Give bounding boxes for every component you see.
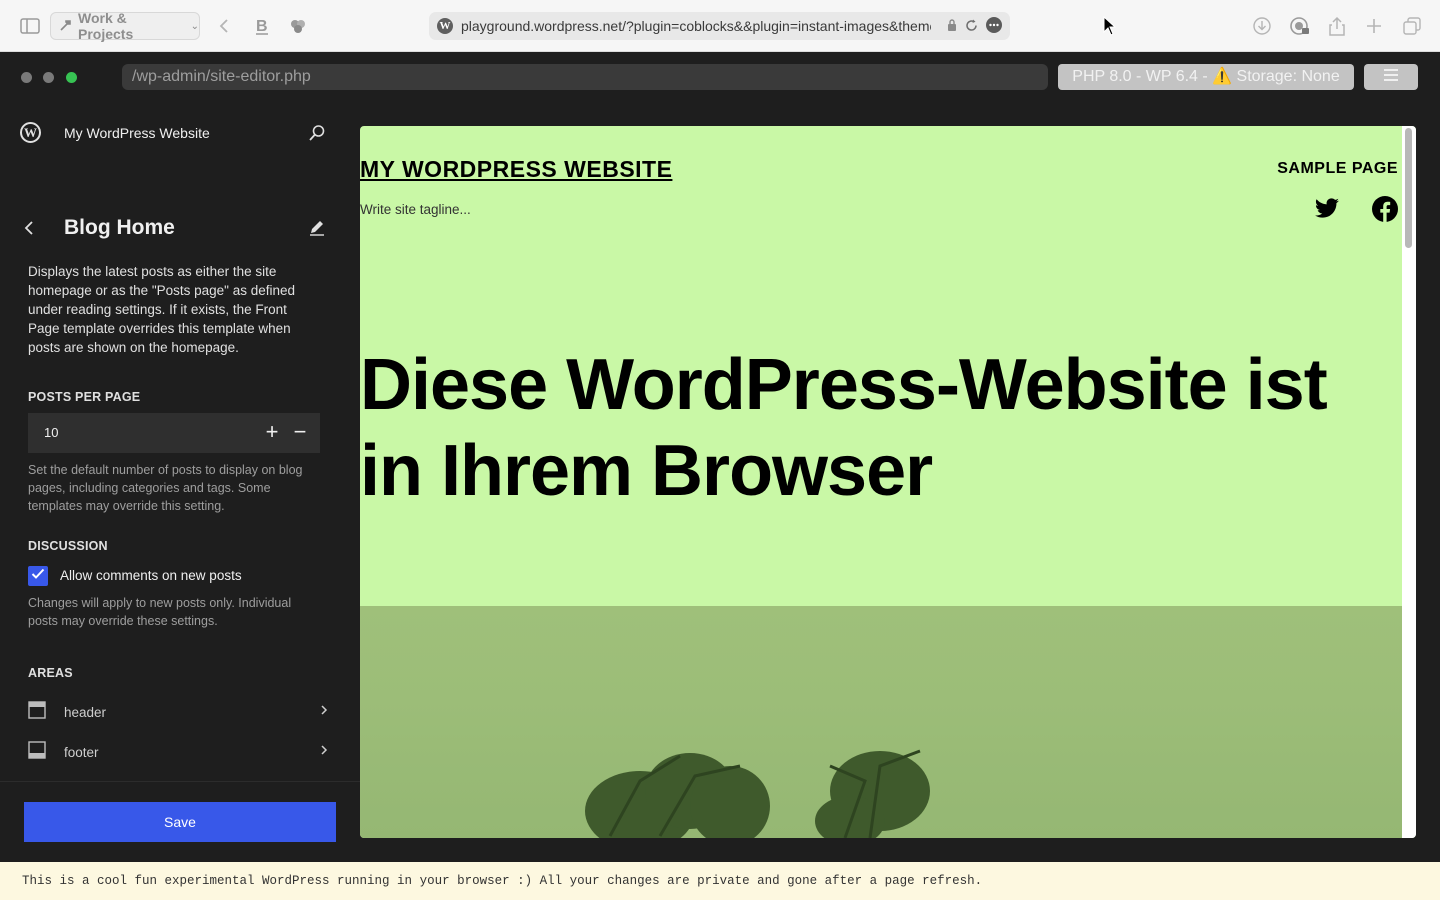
window-close-dot[interactable] xyxy=(21,72,32,83)
checkmark-icon xyxy=(31,567,45,585)
privacy-report-icon[interactable] xyxy=(1288,14,1312,38)
browser-toolbar: Work & Projects ⌄ B W playground.wordpre… xyxy=(0,0,1440,52)
canvas-site-title[interactable]: MY WORDPRESS WEBSITE xyxy=(360,156,672,183)
wordpress-logo-icon[interactable]: W xyxy=(20,122,41,143)
site-name[interactable]: My WordPress Website xyxy=(64,125,210,141)
mouse-cursor-icon xyxy=(1103,15,1117,41)
hamburger-icon xyxy=(1383,68,1399,86)
discussion-help: Changes will apply to new posts only. In… xyxy=(28,596,292,628)
increment-plus-icon[interactable]: + xyxy=(262,420,282,444)
template-description: Displays the latest posts as either the … xyxy=(28,264,296,355)
pencil-edit-icon[interactable] xyxy=(308,218,326,241)
nav-link-sample-page[interactable]: SAMPLE PAGE xyxy=(1277,160,1398,178)
discussion-heading: DISCUSSION xyxy=(28,539,108,553)
reload-icon[interactable] xyxy=(965,19,978,37)
save-button[interactable]: Save xyxy=(24,802,336,842)
canvas-heading[interactable]: Diese WordPress-Website ist in Ihrem Bro… xyxy=(360,342,1400,514)
more-options-icon[interactable] xyxy=(986,17,1002,38)
tab-group-selector[interactable]: Work & Projects ⌄ xyxy=(50,10,200,42)
new-tab-icon[interactable] xyxy=(1362,14,1386,38)
download-icon[interactable] xyxy=(1250,14,1274,38)
chevron-down-icon: ⌄ xyxy=(190,20,199,32)
search-icon[interactable] xyxy=(308,124,326,147)
playground-environment-info[interactable]: PHP 8.0 - WP 6.4 - ⚠️ Storage: None xyxy=(1058,64,1354,90)
allow-comments-label[interactable]: Allow comments on new posts xyxy=(60,568,242,583)
areas-heading: AREAS xyxy=(28,666,73,680)
tab-overview-icon[interactable] xyxy=(1400,14,1424,38)
posts-per-page-heading: POSTS PER PAGE xyxy=(28,390,141,404)
site-editor-sidebar: W My WordPress Website Blog Home Display… xyxy=(0,102,360,862)
tab-group-label: Work & Projects xyxy=(78,10,134,42)
area-label: header xyxy=(64,704,107,720)
posts-per-page-stepper[interactable]: 10 + − xyxy=(28,413,320,453)
address-bar[interactable]: W playground.wordpress.net/?plugin=coblo… xyxy=(429,12,1010,40)
svg-text:B: B xyxy=(256,18,268,35)
hammer-icon xyxy=(59,18,73,35)
lock-icon xyxy=(947,18,957,37)
editor-canvas[interactable]: MY WORDPRESS WEBSITE Write site tagline.… xyxy=(360,126,1416,838)
bold-extension-icon[interactable]: B xyxy=(250,14,274,38)
cloud-extension-icon[interactable] xyxy=(286,14,310,38)
header-area-icon xyxy=(28,700,46,724)
footer-area-icon xyxy=(28,740,46,764)
area-label: footer xyxy=(64,744,99,760)
playground-path-input[interactable]: /wp-admin/site-editor.php xyxy=(122,64,1048,90)
twitter-icon[interactable] xyxy=(1314,198,1340,225)
allow-comments-checkbox[interactable] xyxy=(28,566,48,586)
decrement-minus-icon[interactable]: − xyxy=(290,420,310,444)
canvas-site-tagline[interactable]: Write site tagline... xyxy=(360,202,471,217)
canvas-scrollbar-thumb[interactable] xyxy=(1405,128,1412,248)
share-icon[interactable] xyxy=(1325,14,1349,38)
template-title: Blog Home xyxy=(64,216,175,239)
area-item-footer[interactable]: footer xyxy=(28,737,328,767)
playground-menu-button[interactable] xyxy=(1364,64,1418,90)
playground-notice: This is a cool fun experimental WordPres… xyxy=(0,862,1440,900)
palm-trees-image[interactable] xyxy=(360,606,1402,838)
window-minimize-dot[interactable] xyxy=(43,72,54,83)
window-maximize-dot[interactable] xyxy=(66,72,77,83)
sidebar-divider xyxy=(0,781,360,782)
wordpress-favicon-icon: W xyxy=(437,18,453,34)
back-arrow-icon[interactable] xyxy=(212,14,236,38)
sidebar-toggle-icon[interactable] xyxy=(18,14,42,38)
area-item-header[interactable]: header xyxy=(28,697,328,727)
facebook-icon[interactable] xyxy=(1372,196,1398,227)
chevron-right-icon xyxy=(320,703,328,721)
address-bar-url: playground.wordpress.net/?plugin=coblock… xyxy=(461,18,931,34)
posts-per-page-help: Set the default number of posts to displ… xyxy=(28,463,303,513)
back-chevron-icon[interactable] xyxy=(22,218,36,243)
chevron-right-icon xyxy=(320,743,328,761)
posts-per-page-value[interactable]: 10 xyxy=(44,425,58,440)
